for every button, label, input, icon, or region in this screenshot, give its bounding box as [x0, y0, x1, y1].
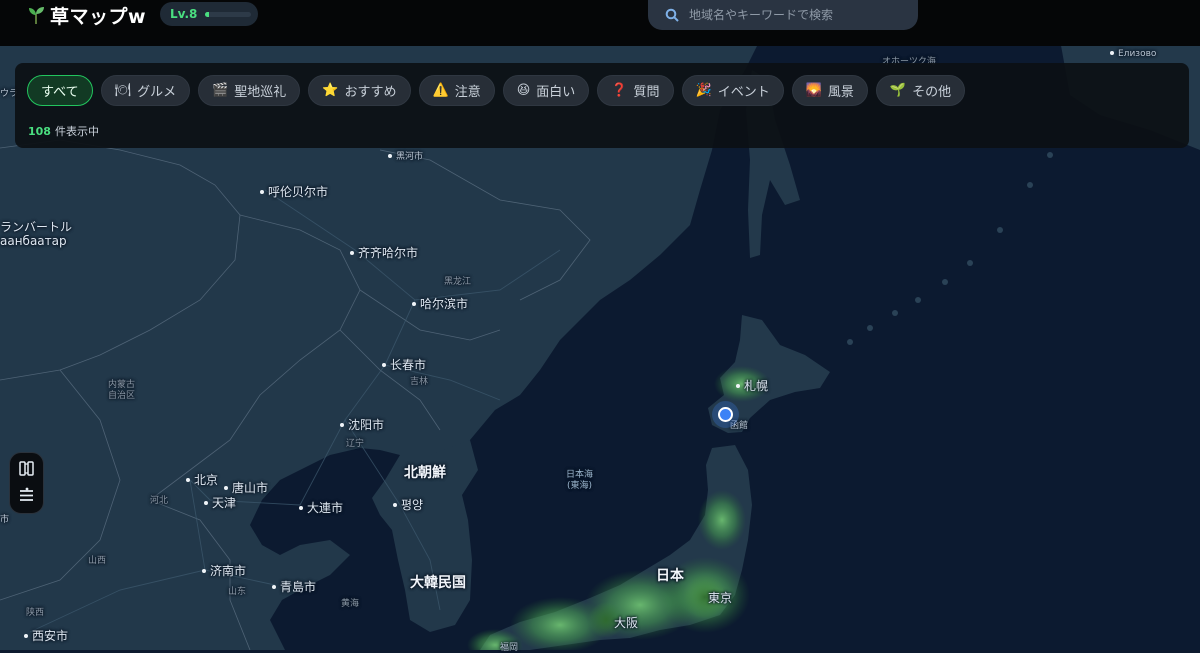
laugh-icon: 😆 [516, 83, 531, 98]
map-label-pyongyang: 평양 [393, 496, 423, 513]
search-input[interactable] [689, 8, 909, 22]
filter-chip-1[interactable]: 🍽 グルメ [100, 75, 191, 106]
top-bar: 草マップw Lv.8 [0, 0, 1200, 46]
map-label-south-korea: 大韓民国 [410, 575, 466, 591]
map-label-changchun: 长春市 [382, 356, 426, 373]
filter-chip-label: 風景 [827, 85, 854, 100]
filter-chip-label: すべて [41, 85, 79, 100]
menu-list-icon[interactable] [18, 487, 35, 504]
filter-chip-4[interactable]: ⚠️ 注意 [418, 75, 495, 106]
result-count-number: 108 [28, 125, 51, 138]
map-label-hakodate: 函館 [730, 421, 749, 431]
map-label-liaoning: 辽宁 [346, 439, 365, 449]
filter-chip-label: 聖地巡礼 [234, 85, 287, 100]
result-count-suffix: 件表示中 [54, 125, 99, 138]
question-icon: ❓ [611, 83, 628, 98]
category-filter-chips: すべて 🍽 グルメ 🎬 聖地巡礼 ⭐ おすすめ ⚠️ 注意 😆 面白い ❓ 質問 🎉 イベント 🌄 風景 🌱 その他 [27, 75, 966, 106]
filter-chip-3[interactable]: ⭐ おすすめ [308, 75, 411, 106]
level-badge[interactable]: Lv.8 [160, 2, 258, 26]
sprout-logo-icon [29, 7, 44, 24]
filter-chip-6[interactable]: ❓ 質問 [597, 75, 674, 106]
filter-chip-8[interactable]: 🌄 風景 [791, 75, 868, 106]
map-label-ulaanbaatar-cyr: аанбаатар [0, 234, 67, 248]
map-label-fukuoka: 福岡 [500, 643, 519, 653]
result-count: 108 件表示中 [28, 123, 99, 139]
map-label-qiqihar: 齐齐哈尔市 [350, 244, 418, 261]
map-label-city-fragment: 市 [0, 515, 10, 525]
map-label-shenyang: 沈阳市 [340, 416, 384, 433]
map-label-sapporo: 札幌 [736, 377, 768, 394]
map-label-north-korea: 北朝鮮 [404, 465, 446, 481]
map-label-jinan: 济南市 [202, 562, 246, 579]
filter-chip-7[interactable]: 🎉 イベント [681, 75, 784, 106]
filter-chip-5[interactable]: 😆 面白い [502, 75, 590, 106]
side-tools [9, 452, 44, 514]
app-logo[interactable]: 草マップw [26, 3, 147, 28]
search-box[interactable] [648, 0, 918, 30]
sprout-icon: 🌱 [889, 83, 907, 98]
filter-chip-label: グルメ [137, 85, 177, 100]
map-label-jilin: 吉林 [410, 377, 429, 387]
party-icon: 🎉 [695, 83, 712, 98]
map-label-harbin: 哈尔滨市 [412, 295, 468, 312]
map-label-elizovo: Елизово [1110, 49, 1156, 59]
map-label-japan: 日本 [656, 568, 684, 584]
map-label-tianjin: 天津 [204, 494, 236, 511]
filter-chip-0[interactable]: すべて [27, 75, 93, 106]
map-label-sea-of-japan: 日本海 (東海) [566, 470, 594, 491]
filter-chip-label: その他 [912, 85, 952, 100]
map-label-inner-mongolia: 内蒙古 自治区 [108, 380, 136, 401]
map-label-osaka: 大阪 [614, 616, 639, 630]
map-label-ulaanbaatar-ja: ランバートル [0, 220, 73, 234]
filter-chip-label: 質問 [633, 85, 660, 100]
landscape-icon: 🌄 [805, 83, 822, 98]
map-label-xian: 西安市 [24, 627, 68, 644]
map-label-yellow-sea: 黄海 [341, 599, 360, 609]
map-label-dalian: 大連市 [299, 499, 343, 516]
map-label-hebei: 河北 [150, 496, 169, 506]
clapper-icon: 🎬 [212, 83, 229, 98]
map-label-hulunbuir: 呼伦贝尔市 [260, 183, 328, 200]
bowl-icon: 🍽 [114, 83, 132, 98]
filter-chip-label: 面白い [536, 85, 576, 100]
map-book-icon[interactable] [18, 460, 35, 477]
warning-icon: ⚠️ [432, 83, 449, 98]
level-label: Lv.8 [170, 7, 198, 21]
filter-chip-2[interactable]: 🎬 聖地巡礼 [198, 75, 301, 106]
map-label-shandong: 山东 [228, 587, 247, 597]
filter-chip-label: イベント [717, 85, 770, 100]
map-label-heihe: 黑河市 [388, 149, 423, 162]
map-label-tokyo: 東京 [708, 591, 733, 605]
map-label-shanxi: 山西 [88, 556, 107, 566]
level-progress-bar [205, 11, 252, 17]
filter-chip-label: 注意 [454, 85, 481, 100]
map-label-beijing: 北京 [186, 471, 218, 488]
level-progress-fill [205, 11, 210, 17]
map-label-qingdao: 青島市 [272, 578, 316, 595]
star-icon: ⭐ [322, 83, 339, 98]
search-icon [665, 8, 679, 22]
filter-chip-9[interactable]: 🌱 その他 [875, 75, 966, 106]
filter-panel: すべて 🍽 グルメ 🎬 聖地巡礼 ⭐ おすすめ ⚠️ 注意 😆 面白い ❓ 質問 🎉 イベント 🌄 風景 🌱 その他… [15, 63, 1189, 148]
current-location-marker[interactable] [718, 407, 733, 422]
app-title: 草マップw [50, 5, 147, 28]
map-label-shaanxi: 陕西 [26, 608, 45, 618]
map-label-heilongjiang: 黑龙江 [444, 277, 472, 287]
filter-chip-label: おすすめ [344, 85, 397, 100]
